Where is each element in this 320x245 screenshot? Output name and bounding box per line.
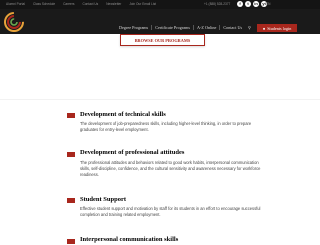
nav-contact[interactable]: Contact Us [220,25,245,30]
feature-body-professional: The professional attitudes and behaviors… [80,160,261,177]
feature-title-technical: Development of technical skills [80,111,166,118]
browse-programs-button[interactable]: BROWSE OUR PROGRAMS [120,34,205,46]
twitter-icon[interactable]: t [245,1,251,7]
facebook-icon[interactable]: f [237,1,243,7]
utility-link-email[interactable]: Join Our Email List [129,2,156,6]
students-login-button[interactable]: ● Students login [257,24,297,32]
students-login-label: Students login [267,25,292,31]
phone-number[interactable]: +1 (888) 528-2377 [204,2,230,6]
nav-certificate-programs[interactable]: Certificate Programs [152,25,194,30]
primary-nav: Degree Programs Certificate Programs A-Z… [116,25,245,30]
feature-accent-bar [67,152,75,157]
search-icon[interactable]: ⚲ [248,25,251,30]
feature-title-professional: Development of professional attitudes [80,149,185,156]
social-icons: f t in yt [237,1,267,7]
feature-accent-bar [67,198,75,203]
browse-programs-label: BROWSE OUR PROGRAMS [134,37,191,43]
utility-link-schedule[interactable]: Class Schedule [33,2,55,6]
nav-online[interactable]: A-Z Online [194,25,221,30]
feature-accent-bar [67,239,75,244]
college-logo[interactable] [3,11,25,33]
utility-links: Alumni Portal Class Schedule Careers Con… [6,2,164,6]
feature-accent-bar [67,113,75,118]
top-utility-bar: Alumni Portal Class Schedule Careers Con… [0,0,320,9]
feature-title-interpersonal: Interpersonal communication skills [80,236,179,243]
utility-link-alumni[interactable]: Alumni Portal [6,2,25,6]
user-icon: ● [262,25,266,31]
language-selector[interactable]: EN [266,2,270,6]
utility-link-newsletter[interactable]: Newsletter [106,2,121,6]
section-divider [0,99,320,100]
feature-body-student-support: Effective student support and motivation… [80,206,261,217]
utility-link-careers[interactable]: Careers [63,2,74,6]
feature-body-technical: The development of job-preparedness skil… [80,121,252,132]
linkedin-icon[interactable]: in [253,1,259,7]
main-navbar: Degree Programs Certificate Programs A-Z… [0,9,320,34]
nav-degree-programs[interactable]: Degree Programs [116,25,153,30]
utility-link-contact[interactable]: Contact Us [82,2,98,6]
feature-title-student-support: Student Support [80,196,127,203]
